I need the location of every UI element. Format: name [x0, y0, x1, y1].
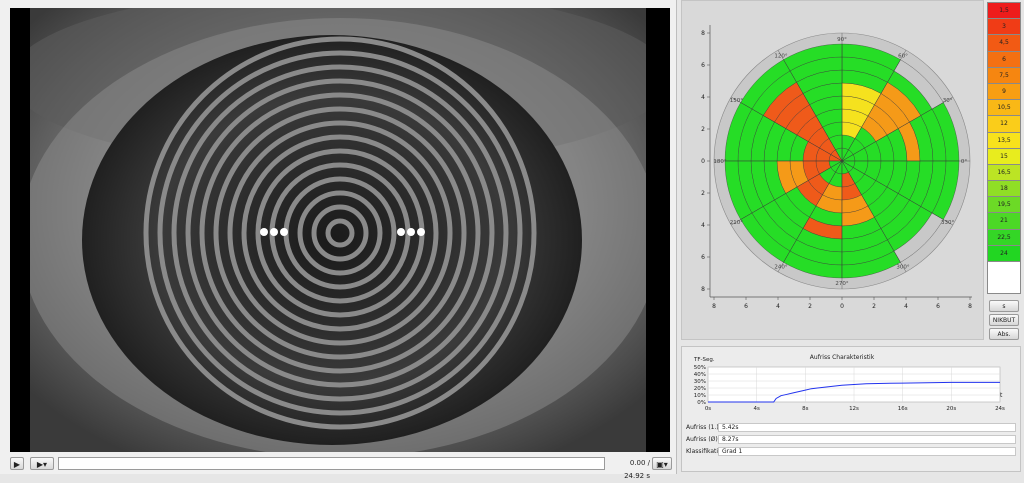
legend-item-10: 16,5 [988, 164, 1020, 182]
x-tick-label: 2 [808, 303, 812, 310]
time-readout: 0.00 / 24.92 s [624, 459, 650, 480]
legend-item-12: 19,5 [988, 197, 1020, 214]
y-tick-label: 4 [701, 94, 705, 101]
y-tick-label: 40% [694, 372, 706, 378]
legend-item-8: 13,5 [988, 132, 1020, 149]
legend-item-2: 4,5 [988, 35, 1020, 52]
angle-label: 90° [837, 37, 847, 43]
x-tick-label: 24s [995, 406, 1005, 412]
y-tick-label: 6 [701, 62, 705, 69]
x-tick-label: 16s [898, 406, 908, 412]
y-tick-label: 2 [701, 126, 705, 133]
field-value-classification: Grad 1 [718, 447, 1016, 456]
legend-item-6: 10,5 [988, 100, 1020, 117]
y-tick-label: 20% [694, 386, 706, 392]
y-tick-label: 50% [694, 365, 706, 371]
polar-map: 0° 30° 60° 90° 120° 150° 180° 210° 240° 270° 300° 3… [701, 25, 972, 310]
legend-item-13: 21 [988, 213, 1020, 230]
angle-label: 120° [774, 53, 787, 59]
breakup-characteristic-panel: Aufriss Charakteristik TF-Seg. t 50% 40% 3… [681, 346, 1021, 472]
eye-image [10, 8, 670, 452]
x-tick-label: 12s [849, 406, 859, 412]
eye-video-frame [10, 8, 670, 452]
angle-label: 60° [898, 53, 908, 59]
legend-item-1: 3 [988, 19, 1020, 36]
x-tick-label: 6 [744, 303, 748, 310]
legend-item-11: 18 [988, 181, 1020, 198]
y-tick-label: 8 [701, 286, 705, 293]
x-tick-label: 0 [840, 303, 844, 310]
legend-item-9: 15 [988, 148, 1020, 165]
x-tick-label: 4s [753, 406, 759, 412]
x-axis-label: t [1000, 392, 1003, 399]
angle-label: 240° [774, 265, 787, 271]
save-menu-button[interactable]: ▣▾ [652, 457, 672, 470]
angle-label: 0° [961, 159, 967, 165]
y-tick-label: 0 [701, 158, 705, 165]
legend-item-14: 22,5 [988, 229, 1020, 246]
nikbut-button[interactable]: NIKBUT [989, 314, 1019, 326]
play-button[interactable]: ▶ [10, 457, 24, 470]
y-tick-label: 10% [694, 393, 706, 399]
field-value-first-breakup: 5.42s [718, 423, 1016, 432]
legend-item-15: 24 [988, 245, 1020, 262]
angle-label: 210° [730, 220, 743, 226]
step-menu-icon: ▶▾ [36, 460, 48, 469]
y-tick-label: 2 [701, 190, 705, 197]
chart-title: Aufriss Charakteristik [810, 354, 875, 361]
s-button[interactable]: s [989, 300, 1019, 312]
x-tick-label: 0s [705, 406, 711, 412]
angle-label: 330° [941, 220, 954, 226]
x-tick-label: 8s [802, 406, 808, 412]
angle-label: 300° [896, 265, 909, 271]
x-tick-label: 4 [904, 303, 908, 310]
save-menu-icon: ▣▾ [656, 460, 668, 469]
y-tick-label: 4 [701, 222, 705, 229]
x-tick-label: 20s [946, 406, 956, 412]
time-slider[interactable] [58, 457, 605, 470]
field-label-first-breakup: Aufriss (1.): [686, 424, 721, 431]
x-tick-label: 2 [872, 303, 876, 310]
video-panel: ▶ ▶▾ 0.00 / 24.92 s ▣▾ [0, 0, 677, 480]
angle-label: 30° [943, 98, 953, 104]
legend-item-7: 12 [988, 116, 1020, 133]
legend-item-3: 6 [988, 51, 1020, 68]
y-tick-label: 8 [701, 30, 705, 37]
abs-button[interactable]: Abs. [989, 328, 1019, 340]
field-value-mean-breakup: 8.27s [718, 435, 1016, 444]
legend-item-0: 1,5 [988, 3, 1020, 20]
x-tick-label: 8 [712, 303, 716, 310]
x-tick-label: 6 [936, 303, 940, 310]
legend-item-5: 9 [988, 83, 1020, 101]
x-tick-label: 8 [968, 303, 972, 310]
y-tick-label: 30% [694, 379, 706, 385]
x-tick-label: 4 [776, 303, 780, 310]
y-axis-label: TF-Seg. [693, 357, 715, 363]
legend-item-4: 7,5 [988, 67, 1020, 84]
polar-map-panel: 0° 30° 60° 90° 120° 150° 180° 210° 240° 270° 300° 3… [681, 0, 984, 340]
y-tick-label: 6 [701, 254, 705, 261]
color-legend: 1,5 3 4,5 6 7,5 9 10,5 12 13,5 15 16,5 18 19,5 21 22,5… [987, 2, 1021, 294]
angle-label: 150° [730, 98, 743, 104]
field-label-mean-breakup: Aufriss (Ø): [686, 436, 720, 443]
play-icon: ▶ [13, 460, 21, 469]
step-menu-button[interactable]: ▶▾ [30, 457, 54, 470]
angle-label: 270° [835, 281, 848, 287]
angle-label: 180° [713, 159, 726, 165]
